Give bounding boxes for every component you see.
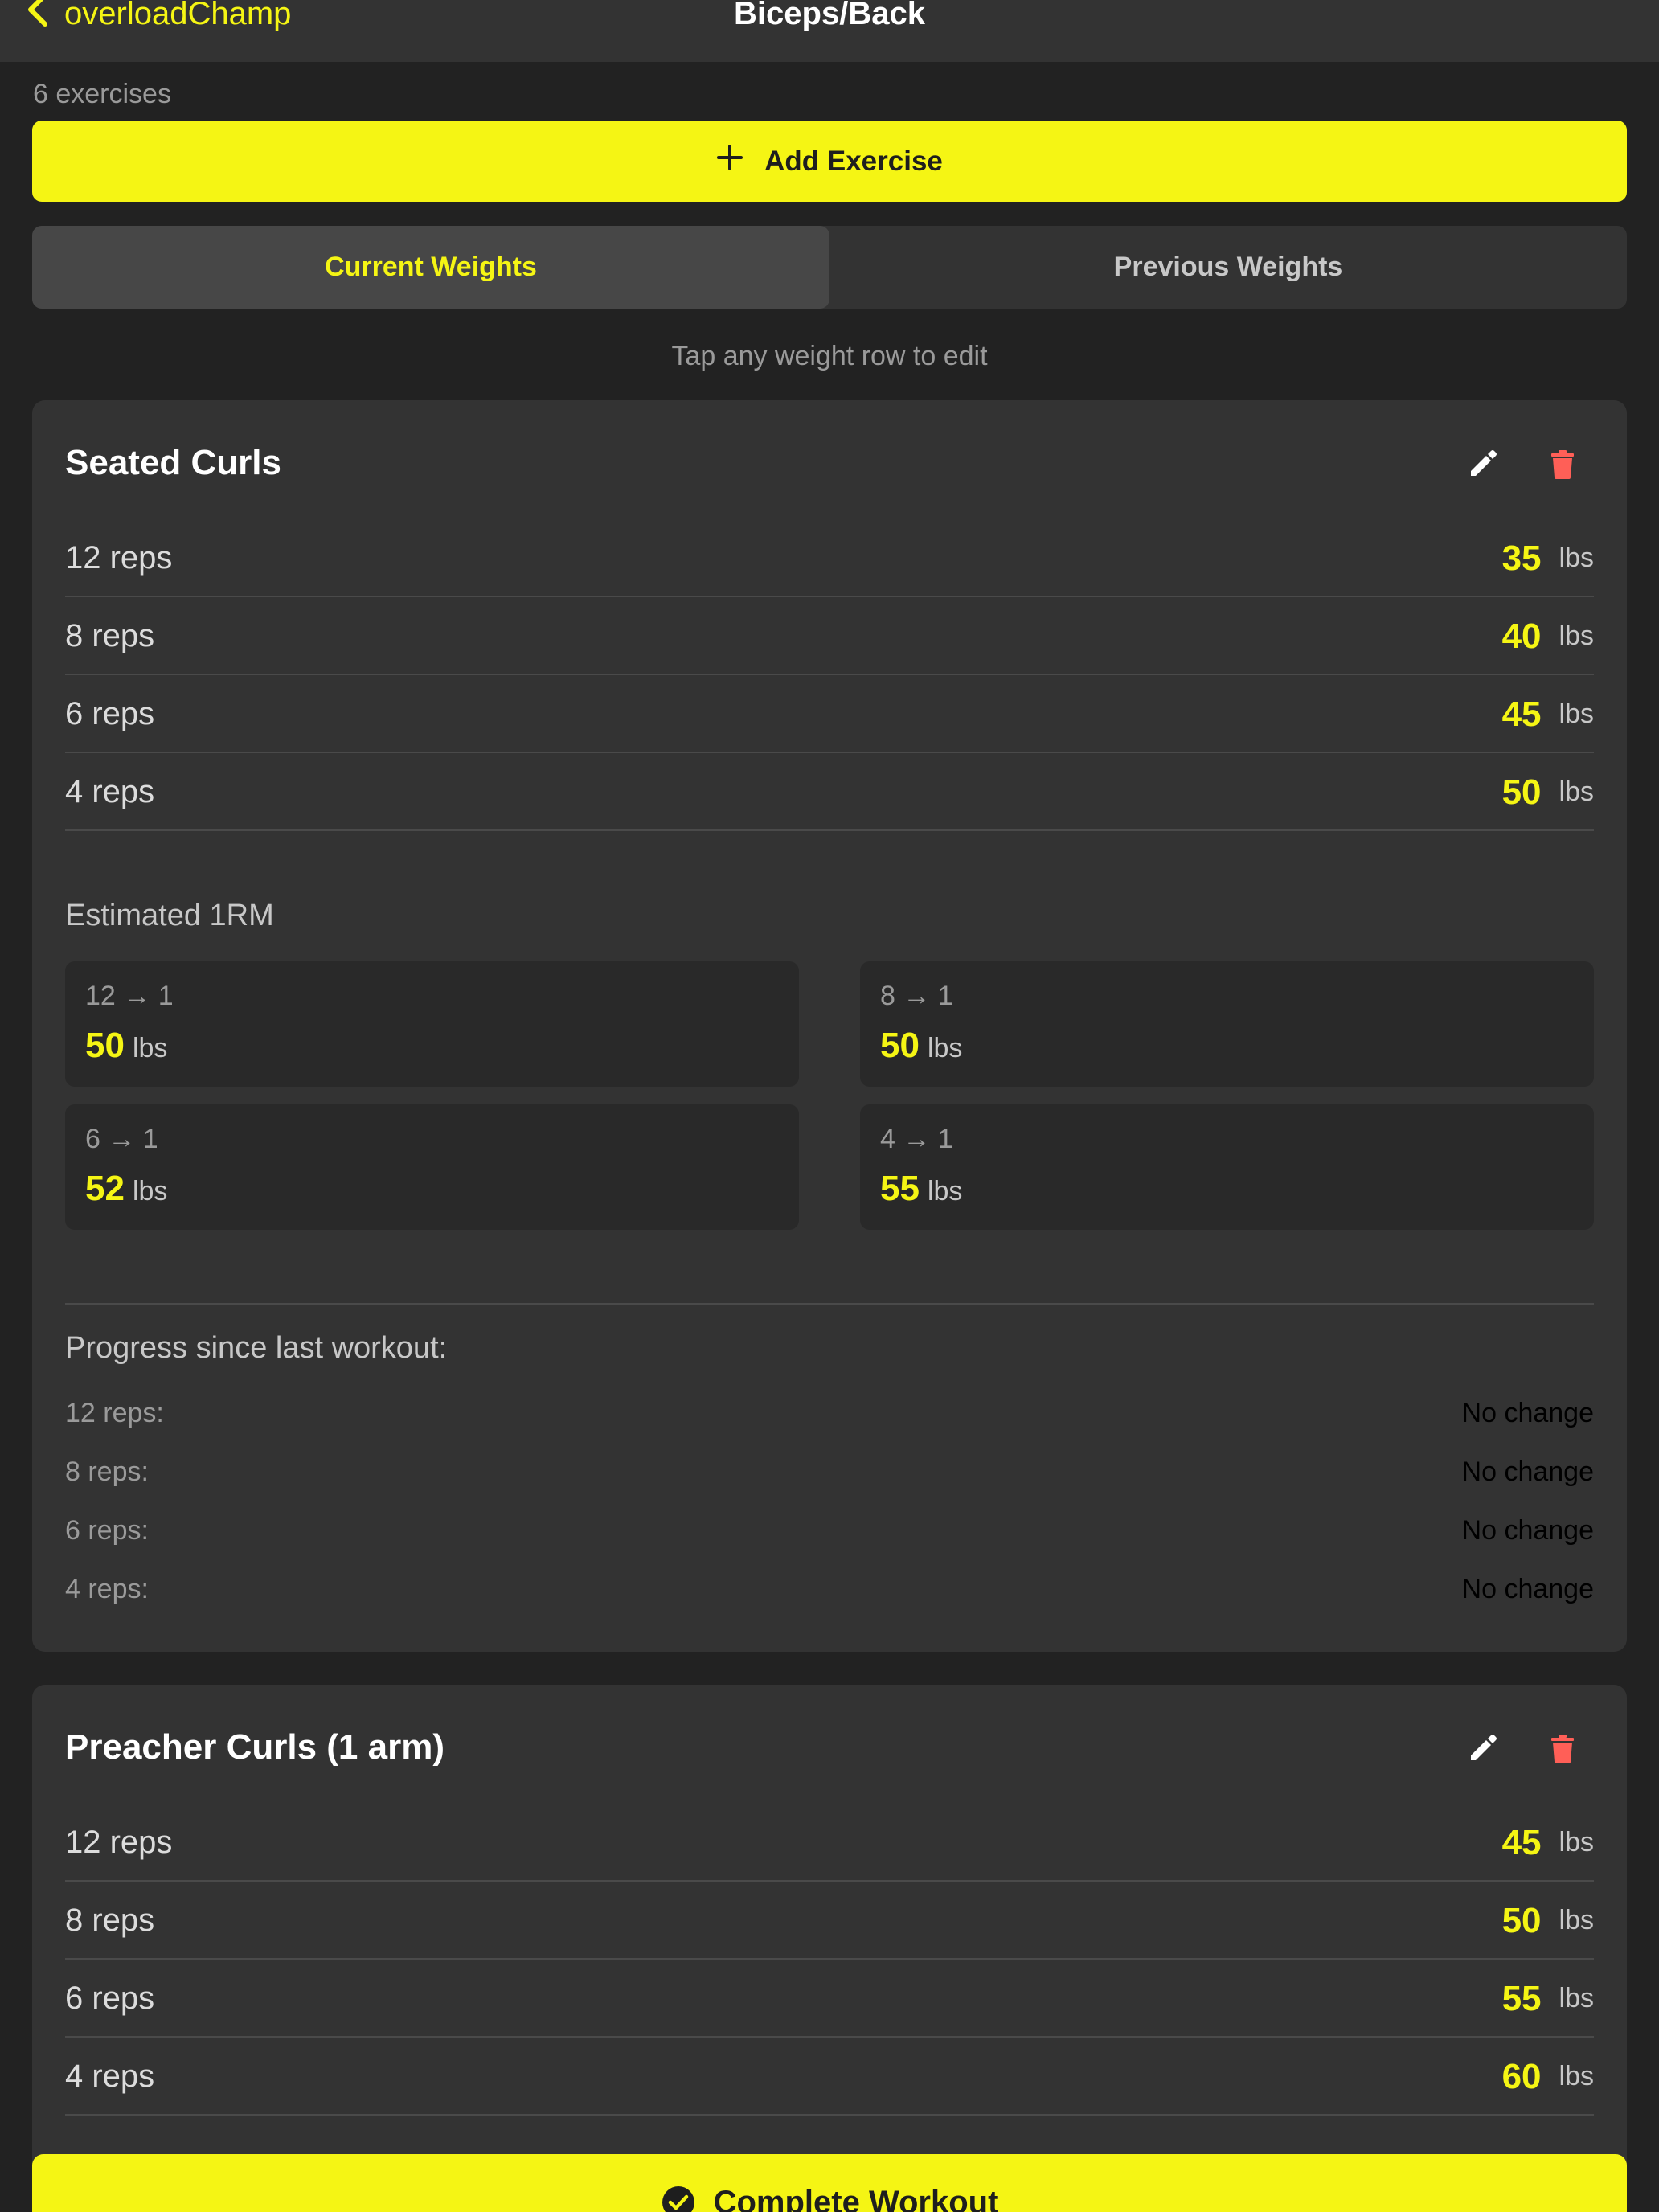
trash-icon: [1551, 1735, 1574, 1763]
weight-value: 45: [1501, 1822, 1542, 1862]
reps-label: 6 reps: [65, 696, 155, 731]
one-rm-label: 6 → 1: [85, 1124, 158, 1154]
edit-hint: Tap any weight row to edit: [671, 341, 988, 371]
weight-value: 40: [1501, 616, 1542, 656]
one-rm-unit: lbs: [927, 1033, 963, 1063]
add-exercise-button[interactable]: Add Exercise: [32, 121, 1627, 202]
progress-row: 12 reps: No change: [65, 1384, 1594, 1443]
progress-list: 12 reps: No change 8 reps: No change 6 r…: [65, 1384, 1594, 1619]
reps-label: 12 reps: [65, 540, 173, 576]
divider: [65, 1303, 1594, 1305]
weight-unit: lbs: [1559, 1905, 1594, 1936]
progress-value: No change: [1461, 1515, 1594, 1546]
weight-value: 50: [1501, 1900, 1542, 1940]
progress-label: 4 reps:: [65, 1574, 149, 1604]
weight-row[interactable]: 6 reps 45 lbs: [65, 675, 1594, 753]
weight-unit: lbs: [1559, 776, 1594, 807]
reps-label: 4 reps: [65, 774, 155, 809]
pencil-icon: [1471, 450, 1497, 476]
progress-value: No change: [1461, 1398, 1594, 1428]
exercise-name: Seated Curls: [65, 443, 281, 482]
progress-label: 8 reps:: [65, 1456, 149, 1487]
one-rm-unit: lbs: [927, 1176, 963, 1206]
one-rm-label: 4 → 1: [880, 1124, 953, 1154]
workout-screen: overloadChamp Biceps/Back 6 exercises Ad…: [0, 0, 1659, 2212]
weight-unit: lbs: [1559, 2061, 1594, 2091]
trash-icon: [1551, 450, 1574, 479]
one-rm-label: 8 → 1: [880, 981, 953, 1011]
progress-row: 6 reps: No change: [65, 1501, 1594, 1560]
checkmark-circle-icon: [661, 2185, 696, 2212]
delete-exercise-button[interactable]: [1542, 444, 1583, 484]
progress-value: No change: [1461, 1574, 1594, 1604]
reps-label: 4 reps: [65, 2058, 155, 2094]
estimated-1rm-title: Estimated 1RM: [65, 899, 274, 932]
weight-value: 45: [1501, 694, 1542, 734]
progress-title: Progress since last workout:: [65, 1331, 448, 1365]
reps-label: 8 reps: [65, 1903, 155, 1938]
exercise-card-header: Seated Curls: [65, 437, 1594, 489]
progress-row: 4 reps: No change: [65, 1560, 1594, 1619]
one-rm-value: 52: [85, 1169, 125, 1208]
progress-label: 6 reps:: [65, 1515, 149, 1546]
weight-row[interactable]: 8 reps 50 lbs: [65, 1882, 1594, 1960]
weight-value: 60: [1501, 2056, 1542, 2096]
weight-row[interactable]: 4 reps 50 lbs: [65, 753, 1594, 831]
weight-unit: lbs: [1559, 1983, 1594, 2013]
weight-unit: lbs: [1559, 698, 1594, 729]
tab-current-weights[interactable]: Current Weights: [32, 226, 830, 309]
weight-row[interactable]: 4 reps 60 lbs: [65, 2038, 1594, 2116]
exercise-card: Preacher Curls (1 arm) 12 reps 45 lbs 8 …: [32, 1685, 1627, 2212]
exercise-count: 6 exercises: [33, 79, 171, 109]
weight-unit: lbs: [1559, 621, 1594, 651]
weight-value: 55: [1501, 1978, 1542, 2018]
one-rm-unit: lbs: [132, 1176, 168, 1206]
one-rm-unit: lbs: [132, 1033, 168, 1063]
reps-label: 8 reps: [65, 618, 155, 653]
progress-label: 12 reps:: [65, 1398, 164, 1428]
weight-row[interactable]: 8 reps 40 lbs: [65, 597, 1594, 675]
one-rm-card: 8 → 1 50 lbs: [860, 961, 1594, 1087]
pencil-icon: [1471, 1735, 1497, 1760]
exercise-name: Preacher Curls (1 arm): [65, 1727, 444, 1767]
complete-workout-label: Complete Workout: [713, 2185, 999, 2212]
weights-list: 12 reps 35 lbs 8 reps 40 lbs 6 reps 45 lbs …: [65, 519, 1594, 831]
add-exercise-label: Add Exercise: [764, 145, 943, 177]
edit-exercise-button[interactable]: [1463, 444, 1503, 484]
weight-unit: lbs: [1559, 1827, 1594, 1858]
plus-icon: [716, 144, 743, 178]
delete-exercise-button[interactable]: [1542, 1728, 1583, 1768]
one-rm-value: 55: [880, 1169, 920, 1208]
one-rm-value: 50: [880, 1026, 920, 1065]
one-rm-card: 6 → 1 52 lbs: [65, 1104, 799, 1230]
reps-label: 12 reps: [65, 1825, 173, 1860]
tab-previous-weights[interactable]: Previous Weights: [830, 226, 1627, 309]
weights-segmented-control: Current Weights Previous Weights: [32, 226, 1627, 309]
weight-value: 35: [1501, 538, 1542, 578]
exercise-card: Seated Curls 12 reps 35 lbs 8 reps 40 lb…: [32, 400, 1627, 1652]
one-rm-card: 12 → 1 50 lbs: [65, 961, 799, 1087]
one-rm-value: 50: [85, 1026, 125, 1065]
weight-row[interactable]: 12 reps 35 lbs: [65, 519, 1594, 597]
weight-unit: lbs: [1559, 543, 1594, 573]
one-rm-card: 4 → 1 55 lbs: [860, 1104, 1594, 1230]
navigation-bar: overloadChamp Biceps/Back: [0, 0, 1659, 62]
weight-row[interactable]: 12 reps 45 lbs: [65, 1804, 1594, 1882]
complete-workout-button[interactable]: Complete Workout: [32, 2154, 1627, 2212]
weights-list: 12 reps 45 lbs 8 reps 50 lbs 6 reps 55 lbs …: [65, 1804, 1594, 2116]
edit-exercise-button[interactable]: [1463, 1728, 1503, 1768]
reps-label: 6 reps: [65, 1981, 155, 2016]
one-rm-label: 12 → 1: [85, 981, 174, 1011]
weight-value: 50: [1501, 772, 1542, 812]
exercise-card-header: Preacher Curls (1 arm): [65, 1722, 1594, 1773]
weight-row[interactable]: 6 reps 55 lbs: [65, 1960, 1594, 2038]
progress-value: No change: [1461, 1456, 1594, 1487]
progress-row: 8 reps: No change: [65, 1443, 1594, 1501]
page-title: Biceps/Back: [734, 0, 925, 31]
